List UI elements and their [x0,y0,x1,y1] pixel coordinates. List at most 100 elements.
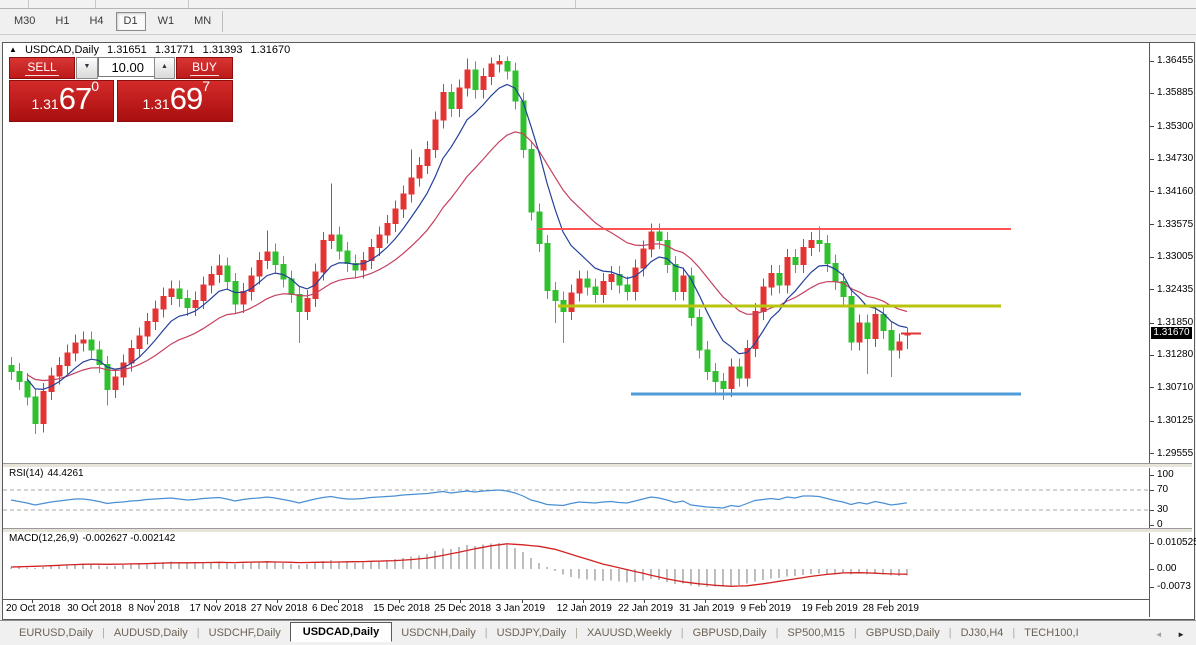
price-axis-label: 1.30710 [1157,381,1194,393]
price-axis-tick [1150,158,1154,160]
price-axis-tick [1150,126,1154,128]
date-axis-label: 31 Jan 2019 [679,603,735,614]
arrow-down-icon: ▼ [83,63,91,70]
rsi-pane-canvas[interactable] [3,466,1149,528]
chart-symbol-label: USDCAD,Daily [24,44,99,56]
macd-label: MACD(12,26,9) -0.002627 -0.002142 [9,533,176,544]
toolbar-separator [95,0,96,8]
tab-audusd-1[interactable]: AUDUSD,Daily [105,624,197,642]
date-axis-label: 8 Nov 2018 [128,603,180,614]
pane-splitter[interactable] [3,528,1192,533]
rsi-axis-label: 100 [1157,469,1174,480]
tab-eurusd-0[interactable]: EURUSD,Daily [10,624,102,642]
tab-gbpusd-7[interactable]: GBPUSD,Daily [684,624,776,642]
price-axis-label: 1.33575 [1157,218,1194,230]
timeframe-toolbar: M30 H1 H4 D1 W1 MN [0,9,1196,35]
rsi-axis-tick [1150,474,1154,476]
buy-price-pip: 7 [202,78,210,94]
ohlc-open: 1.31651 [107,44,147,56]
tab-sp500-8[interactable]: SP500,M15 [778,624,853,642]
price-axis-label: 1.34160 [1157,185,1194,197]
macd-axis-tick [1150,568,1154,570]
timeframe-button-h1[interactable]: H1 [47,12,77,31]
rsi-axis-tick [1150,524,1154,526]
macd-axis-label: -0.0073 [1157,581,1191,593]
tab-scroll-controls: ◄ ► [1150,624,1190,642]
volume-increase-button[interactable]: ▲ [154,57,175,79]
timeframe-button-w1[interactable]: W1 [150,12,183,31]
pane-splitter[interactable] [3,463,1192,468]
date-axis-label: 27 Nov 2018 [250,603,308,614]
buy-button[interactable]: BUY [176,57,233,79]
date-axis-label: 6 Dec 2018 [312,603,364,614]
date-axis-label: 3 Jan 2019 [495,603,546,614]
price-axis-tick [1150,60,1154,62]
tab-scroll-right-icon[interactable]: ► [1172,630,1190,639]
chart-window: ▲ USDCAD,Daily 1.31651 1.31771 1.31393 1… [2,42,1196,620]
macd-axis-label: 0.010525 [1157,537,1196,549]
date-axis-label: 25 Dec 2018 [434,603,492,614]
sell-price-prefix: 1.31 [31,96,59,112]
price-axis-label: 1.35300 [1157,120,1194,132]
tab-usdcad-3[interactable]: USDCAD,Daily [289,622,393,642]
buy-price-box[interactable]: 1.31697 [117,78,233,122]
sell-price-pip: 0 [91,78,99,94]
sell-price-box[interactable]: 1.31670 [9,78,114,122]
tab-tech100-11[interactable]: TECH100,I [1015,624,1087,642]
ohlc-low: 1.31393 [202,44,243,56]
price-axis-label: 1.29555 [1157,447,1194,459]
macd-axis-tick [1150,586,1154,588]
price-axis-label: 1.32435 [1157,283,1194,295]
price-axis-tick [1150,420,1154,422]
timeframe-button-d1[interactable]: D1 [115,12,146,31]
chart-tab-bar: EURUSD,Daily | AUDUSD,Daily | USDCHF,Daily US… [0,620,1196,645]
date-axis-label: 9 Feb 2019 [740,603,791,614]
tab-scroll-left-icon[interactable]: ◄ [1150,630,1168,639]
one-click-trading-panel: SELL ▼ ▲ BUY 1.31670 1.31697 [9,57,233,122]
chart-tabs: EURUSD,Daily | AUDUSD,Daily | USDCHF,Daily US… [10,622,1088,643]
timeframe-buttons: M30 H1 H4 D1 W1 MN [0,9,1196,31]
tab-usdchf-2[interactable]: USDCHF,Daily [200,624,290,642]
volume-input[interactable] [98,57,155,77]
date-axis-label: 17 Nov 2018 [189,603,247,614]
volume-decrease-button[interactable]: ▼ [76,57,98,79]
price-axis-tick [1150,322,1154,324]
price-axis-tick [1150,256,1154,258]
price-axis-label: 1.35885 [1157,87,1194,99]
price-axis-tick [1150,289,1154,291]
timeframe-button-m30[interactable]: M30 [6,12,43,31]
window-top-strip [0,0,1196,9]
ohlc-close: 1.31670 [250,44,291,56]
price-axis-tick [1150,387,1154,389]
rsi-axis-label: 70 [1157,484,1169,495]
timeframe-button-mn[interactable]: MN [186,12,219,31]
date-axis-label: 19 Feb 2019 [801,603,858,614]
macd-axis-label: 0.00 [1157,563,1177,574]
date-axis-label: 28 Feb 2019 [862,603,919,614]
rsi-axis-label: 30 [1157,504,1169,515]
tab-gbpusd-9[interactable]: GBPUSD,Daily [857,624,949,642]
price-axis-tick [1150,224,1154,226]
sell-button[interactable]: SELL [9,57,75,79]
price-axis-label: 1.34730 [1157,153,1194,165]
tab-usdcnh-4[interactable]: USDCNH,Daily [392,624,485,642]
date-axis-label: 20 Oct 2018 [6,603,61,614]
timeframe-button-h4[interactable]: H4 [81,12,111,31]
buy-price-big: 69 [169,81,203,116]
price-axis-label: 1.33005 [1157,251,1194,263]
price-axis-tick [1150,354,1154,356]
price-axis-label: 1.31280 [1157,349,1194,361]
date-axis-label: 15 Dec 2018 [373,603,430,614]
date-axis: 20 Oct 2018 30 Oct 2018 8 Nov 2018 17 Nov 2… [3,599,1149,618]
current-price-tag: 1.31670 [1151,327,1192,340]
collapse-trade-panel-icon[interactable]: ▲ [9,45,17,54]
tab-dj30-10[interactable]: DJ30,H4 [952,624,1013,642]
toolbar-separator [28,0,29,8]
buy-price-prefix: 1.31 [142,96,170,112]
tab-usdjpy-5[interactable]: USDJPY,Daily [488,624,576,642]
date-axis-label: 22 Jan 2019 [618,603,674,614]
price-axis-tick [1150,92,1154,94]
tab-xauusd-6[interactable]: XAUUSD,Weekly [578,624,681,642]
price-axis-tick [1150,191,1154,193]
macd-axis-tick [1150,542,1154,544]
